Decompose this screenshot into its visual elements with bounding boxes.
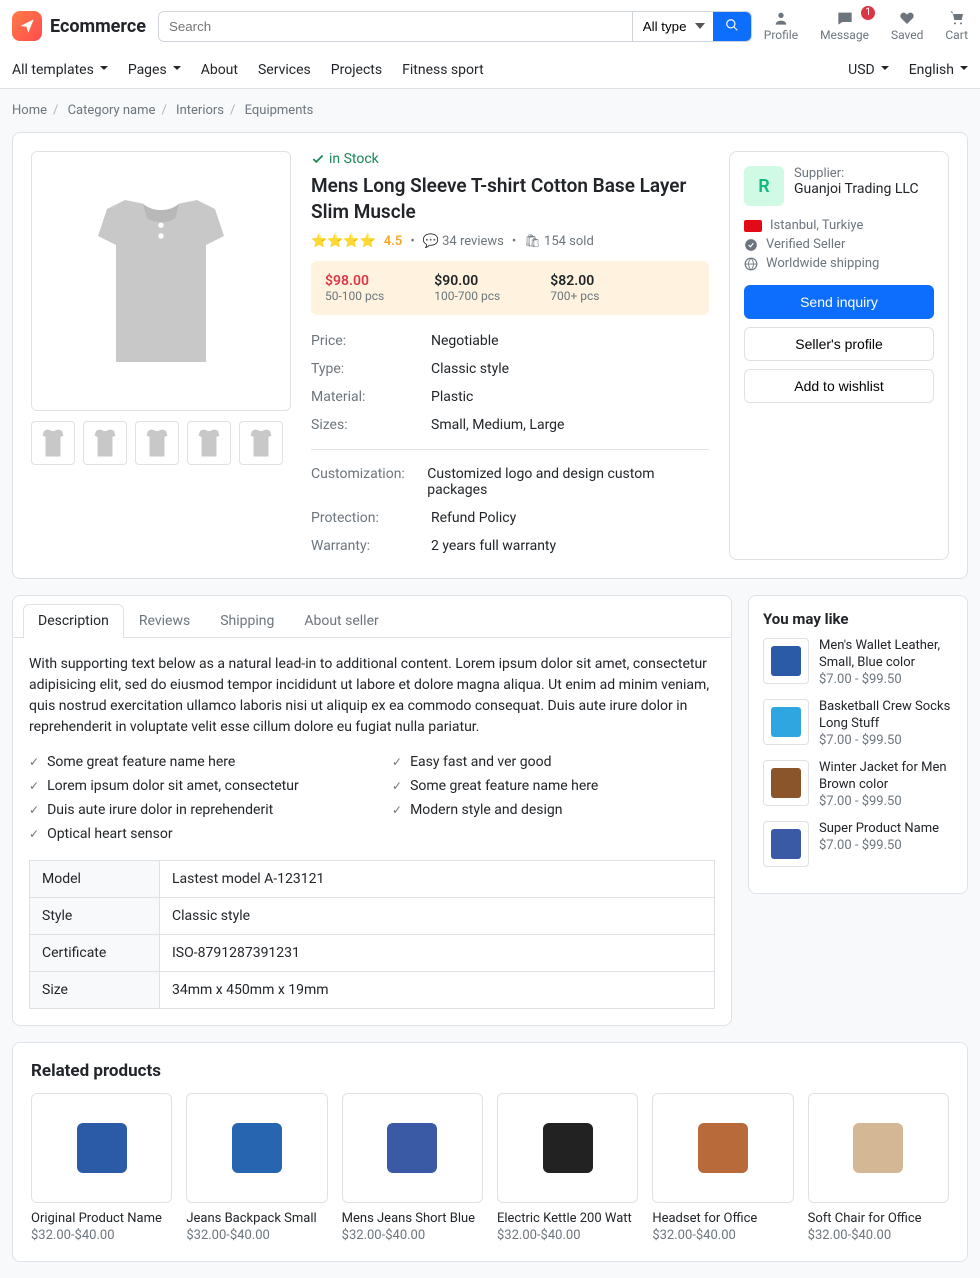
language-select[interactable]: English	[909, 62, 968, 78]
message-badge: 1	[861, 6, 875, 20]
nav-projects[interactable]: Projects	[331, 62, 382, 78]
spec-table-row: StyleClassic style	[30, 898, 715, 935]
spec-row: Warranty:2 years full warranty	[311, 532, 709, 560]
currency-select[interactable]: USD	[848, 62, 889, 78]
brand-logo-icon	[12, 11, 42, 41]
profile-link[interactable]: Profile	[764, 10, 798, 42]
add-wishlist-button[interactable]: Add to wishlist	[744, 369, 934, 403]
feature-item: Some great feature name here	[392, 774, 715, 798]
thumbnail[interactable]	[187, 421, 231, 465]
thumbnail[interactable]	[31, 421, 75, 465]
feature-item: Modern style and design	[392, 798, 715, 822]
description-text: With supporting text below as a natural …	[29, 654, 715, 738]
supplier-name: Guanjoi Trading LLC	[794, 181, 919, 197]
product-main-image	[31, 151, 291, 411]
crumb-category[interactable]: Category name	[68, 103, 156, 118]
message-link[interactable]: 1Message	[820, 10, 869, 42]
related-product[interactable]: Soft Chair for Office$32.00-$40.00	[808, 1093, 949, 1243]
spec-table-row: ModelLastest model A-123121	[30, 861, 715, 898]
feature-item: Lorem ipsum dolor sit amet, consectetur	[29, 774, 352, 798]
search-button[interactable]	[713, 12, 751, 41]
sidebar-product[interactable]: Men's Wallet Leather, Small, Blue color$…	[763, 638, 953, 687]
related-product[interactable]: Headset for Office$32.00-$40.00	[652, 1093, 793, 1243]
nav-services[interactable]: Services	[258, 62, 311, 78]
nav-fitness[interactable]: Fitness sport	[402, 62, 484, 78]
spec-table-row: Size34mm x 450mm x 19mm	[30, 972, 715, 1009]
nav-pages[interactable]: Pages	[128, 62, 181, 78]
sidebar-product[interactable]: Basketball Crew Socks Long Stuff$7.00 - …	[763, 699, 953, 748]
breadcrumb: Home/ Category name/ Interiors/ Equipmen…	[12, 89, 968, 132]
price-tier: $90.00100-700 pcs	[434, 273, 500, 303]
search-type-select[interactable]: All type	[632, 12, 713, 41]
price-tier: $82.00700+ pcs	[550, 273, 599, 303]
supplier-verified: Verified Seller	[744, 237, 934, 252]
nav-about[interactable]: About	[201, 62, 238, 78]
search-input[interactable]	[159, 12, 632, 41]
related-product[interactable]: Original Product Name$32.00-$40.00	[31, 1093, 172, 1243]
tab-reviews[interactable]: Reviews	[124, 604, 205, 637]
thumbnail[interactable]	[83, 421, 127, 465]
feature-item: Duis aute irure dolor in reprehenderit	[29, 798, 352, 822]
sold-count: 🛍 154 sold	[524, 234, 594, 249]
product-title: Mens Long Sleeve T-shirt Cotton Base Lay…	[311, 173, 709, 224]
thumbnail[interactable]	[135, 421, 179, 465]
sidebar-product[interactable]: Winter Jacket for Men Brown color$7.00 -…	[763, 760, 953, 809]
sidebar-title: You may like	[763, 610, 953, 628]
nav-all-templates[interactable]: All templates	[12, 62, 108, 78]
supplier-avatar: R	[744, 166, 784, 206]
spec-row: Sizes:Small, Medium, Large	[311, 411, 709, 439]
tab-description[interactable]: Description	[23, 604, 124, 638]
feature-item: Easy fast and ver good	[392, 750, 715, 774]
supplier-location: Istanbul, Turkiye	[744, 218, 934, 233]
related-product[interactable]: Jeans Backpack Small$32.00-$40.00	[186, 1093, 327, 1243]
tab-about-seller[interactable]: About seller	[289, 604, 393, 637]
send-inquiry-button[interactable]: Send inquiry	[744, 285, 934, 319]
search-group: All type	[158, 11, 752, 42]
star-icon: ⭐⭐⭐⭐	[311, 234, 376, 249]
stock-status: in Stock	[311, 151, 709, 167]
price-tier: $98.0050-100 pcs	[325, 273, 384, 303]
feature-item: Optical heart sensor	[29, 822, 352, 846]
related-title: Related products	[31, 1061, 949, 1081]
saved-link[interactable]: Saved	[891, 10, 923, 42]
cart-link[interactable]: Cart	[945, 10, 968, 42]
thumbnail[interactable]	[239, 421, 283, 465]
spec-row: Price:Negotiable	[311, 327, 709, 355]
reviews-link[interactable]: 💬 34 reviews	[423, 234, 504, 249]
spec-row: Customization:Customized logo and design…	[311, 460, 709, 504]
brand-text: Ecommerce	[50, 16, 146, 37]
supplier-shipping: Worldwide shipping	[744, 256, 934, 271]
sidebar-product[interactable]: Super Product Name$7.00 - $99.50	[763, 821, 953, 867]
spec-row: Type:Classic style	[311, 355, 709, 383]
flag-icon	[744, 220, 762, 232]
spec-table-row: CertificateISO-8791287391231	[30, 935, 715, 972]
crumb-current: Equipments	[245, 103, 314, 118]
spec-row: Material:Plastic	[311, 383, 709, 411]
tab-shipping[interactable]: Shipping	[205, 604, 289, 637]
crumb-home[interactable]: Home	[12, 103, 47, 118]
rating-value: 4.5	[384, 234, 403, 249]
product-meta: ⭐⭐⭐⭐ 4.5 • 💬 34 reviews • 🛍 154 sold	[311, 234, 709, 249]
supplier-label: Supplier:	[794, 166, 919, 181]
related-product[interactable]: Electric Kettle 200 Watt$32.00-$40.00	[497, 1093, 638, 1243]
spec-row: Protection:Refund Policy	[311, 504, 709, 532]
feature-item: Some great feature name here	[29, 750, 352, 774]
crumb-interiors[interactable]: Interiors	[176, 103, 224, 118]
related-product[interactable]: Mens Jeans Short Blue$32.00-$40.00	[342, 1093, 483, 1243]
brand[interactable]: Ecommerce	[12, 11, 146, 41]
seller-profile-button[interactable]: Seller's profile	[744, 327, 934, 361]
